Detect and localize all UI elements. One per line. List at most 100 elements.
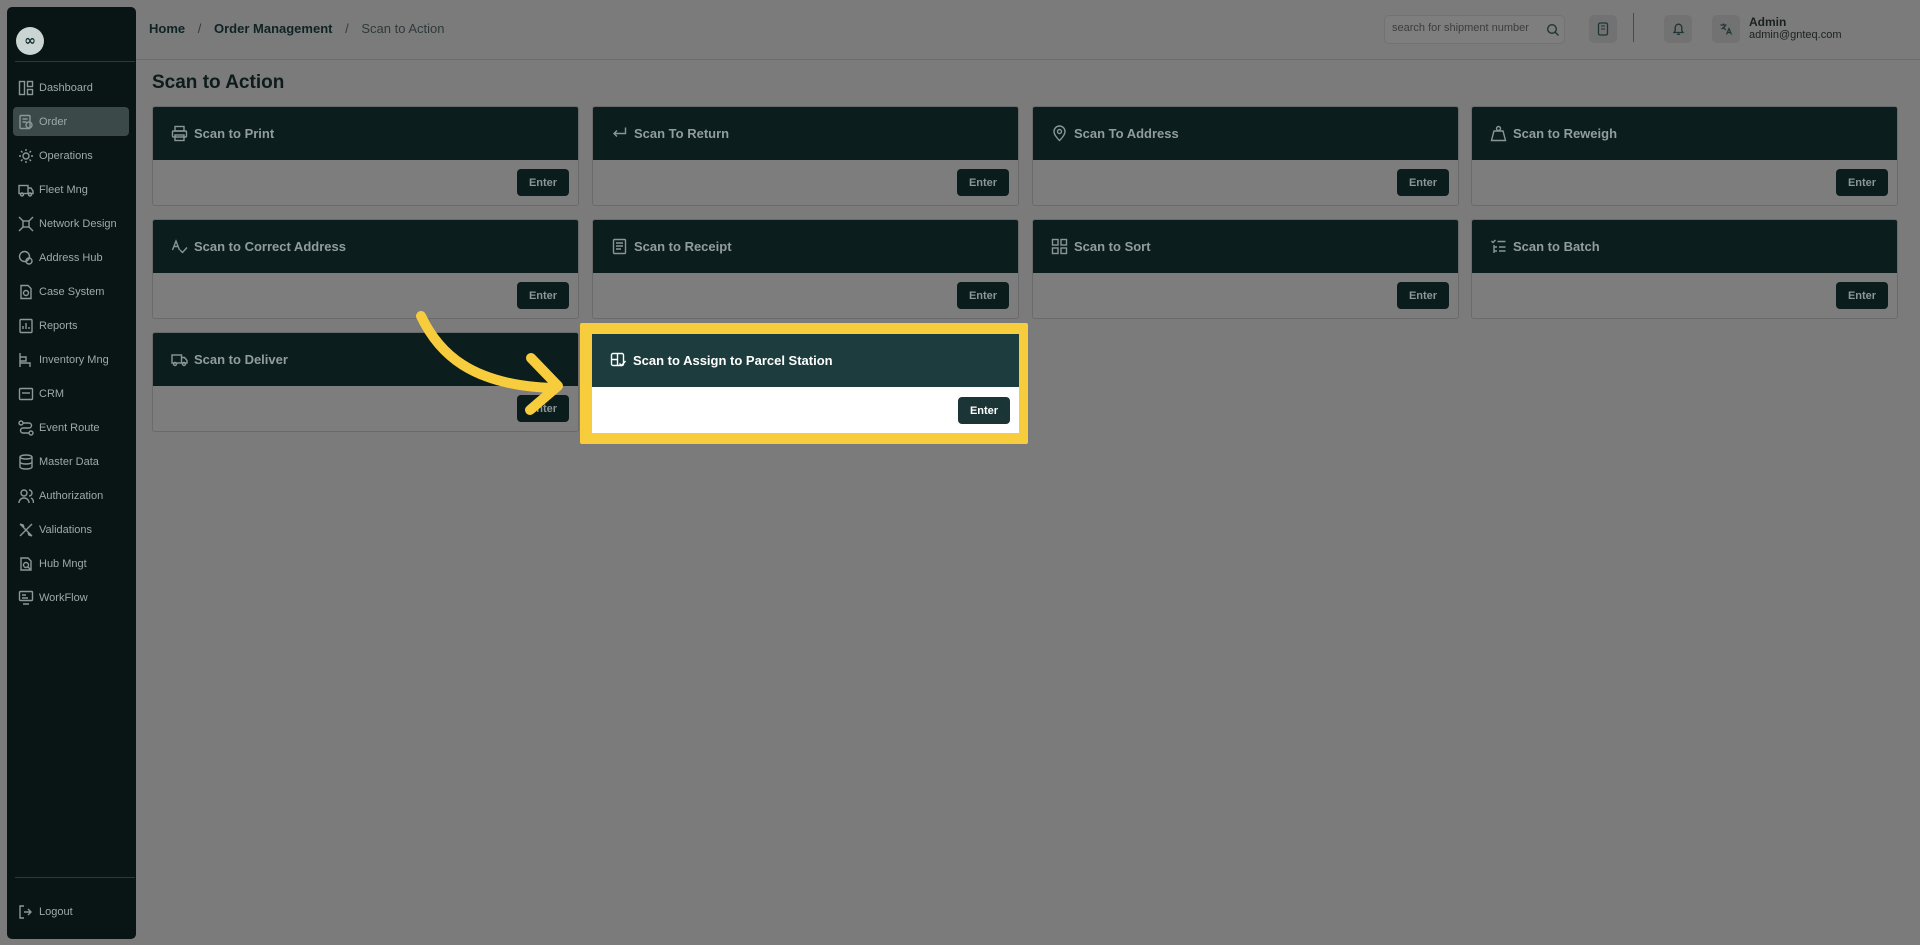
scan-card-return: Scan To Return Enter [592,106,1019,206]
address-icon [18,250,33,265]
enter-button[interactable]: Enter [1836,169,1888,196]
card-title: Scan to Deliver [194,352,288,367]
workflow-icon [18,590,34,605]
breadcrumb-home[interactable]: Home [149,21,185,36]
logout-button[interactable]: Logout [13,897,129,926]
route-icon [18,419,34,436]
enter-button[interactable]: Enter [1397,282,1449,309]
search-box [1384,15,1565,44]
sidebar-item-inventory[interactable]: Inventory Mng [13,345,129,374]
language-button[interactable] [1712,15,1740,43]
enter-button[interactable]: Enter [1397,169,1449,196]
truck-icon [18,184,34,197]
sidebar-item-event-route[interactable]: Event Route [13,413,129,442]
sidebar-item-label: Master Data [39,455,99,468]
card-title: Scan to Batch [1513,239,1600,254]
sidebar-item-network-design[interactable]: Network Design [13,209,129,238]
sidebar-item-dashboard[interactable]: Dashboard [13,73,129,102]
scan-card-deliver: Scan to Deliver Enter [152,332,579,432]
sidebar-item-label: Fleet Mng [39,183,88,196]
sidebar-item-authorization[interactable]: Authorization [13,481,129,510]
scan-card-print: Scan to Print Enter [152,106,579,206]
page-title: Scan to Action [152,72,285,93]
scan-card-address: Scan To Address Enter [1032,106,1459,206]
user-profile[interactable]: Admin admin@gnteq.com [1749,16,1842,42]
sidebar-item-validations[interactable]: Validations [13,515,129,544]
sidebar-item-label: Order [39,115,68,128]
user-email: admin@gnteq.com [1749,29,1842,41]
sidebar-item-crm[interactable]: CRM [13,379,129,408]
search-icon[interactable] [1546,23,1560,37]
sidebar-item-address-hub[interactable]: Address Hub [13,243,129,272]
database-icon [19,453,33,470]
sidebar: ∞ Dashboard Order Operations Fleet Mng N… [7,7,136,939]
sidebar-item-label: Dashboard [39,81,93,94]
breadcrumb-separator: / [197,21,202,36]
enter-button[interactable]: Enter [517,169,569,196]
breadcrumb-order-management[interactable]: Order Management [214,21,332,36]
enter-button[interactable]: Enter [1836,282,1888,309]
spellcheck-icon [171,239,188,254]
receipt-icon [612,238,627,255]
sidebar-item-hub-mngt[interactable]: Hub Mngt [13,549,129,578]
enter-button[interactable]: Enter [517,395,569,422]
sidebar-item-fleet[interactable]: Fleet Mng [13,175,129,204]
user-name: Admin [1749,15,1787,29]
scan-card-correct-address: Scan to Correct Address Enter [152,219,579,319]
card-title: Scan to Sort [1074,239,1151,254]
logout-label: Logout [39,905,73,918]
parcel-station-icon [610,352,627,367]
logout-icon [19,904,32,919]
scan-card-receipt: Scan to Receipt Enter [592,219,1019,319]
card-header: Scan to Batch [1472,220,1897,273]
sidebar-item-order[interactable]: Order [13,107,129,136]
sidebar-item-label: Reports [39,319,78,332]
sidebar-divider [15,877,135,878]
card-header: Scan to Reweigh [1472,107,1897,160]
card-header: Scan to Print [153,107,578,160]
card-title: Scan to Receipt [634,239,732,254]
header-divider [1633,13,1634,42]
notifications-button[interactable] [1664,15,1692,43]
scan-card-reweigh: Scan to Reweigh Enter [1471,106,1898,206]
enter-button[interactable]: Enter [957,282,1009,309]
enter-button[interactable]: Enter [517,282,569,309]
scanner-button[interactable] [1589,15,1617,43]
sidebar-item-label: Authorization [39,489,104,502]
breadcrumb-current: Scan to Action [361,21,445,36]
breadcrumb: Home / Order Management / Scan to Action [149,21,444,36]
scan-card-batch: Scan to Batch Enter [1471,219,1898,319]
card-header: Scan to Receipt [593,220,1018,273]
list-check-icon [1491,239,1506,253]
delivery-truck-icon [171,354,188,367]
sidebar-item-label: Network Design [39,217,117,230]
card-title: Scan to Correct Address [194,239,346,254]
card-header: Scan to Correct Address [153,220,578,273]
case-icon [20,284,32,299]
card-header: Scan to Deliver [153,333,578,386]
sidebar-item-label: Event Route [39,421,100,434]
device-icon [1597,22,1609,36]
sidebar-item-label: Case System [39,285,105,298]
sidebar-item-operations[interactable]: Operations [13,141,129,170]
sidebar-item-reports[interactable]: Reports [13,311,129,340]
sidebar-item-label: Hub Mngt [39,557,87,570]
card-title: Scan To Return [634,126,730,141]
network-icon [18,216,34,231]
sidebar-item-label: Inventory Mng [39,353,109,366]
enter-button[interactable]: Enter [957,169,1009,196]
card-title: Scan To Address [1074,126,1179,141]
sidebar-divider [15,61,135,62]
sidebar-item-label: Validations [39,523,92,536]
reports-icon [19,318,33,333]
sidebar-item-master-data[interactable]: Master Data [13,447,129,476]
sidebar-item-case-system[interactable]: Case System [13,277,129,306]
logo: ∞ [16,27,44,55]
search-input[interactable] [1392,22,1542,34]
enter-button[interactable]: Enter [958,397,1010,424]
sidebar-item-workflow[interactable]: WorkFlow [13,583,129,612]
card-title: Scan to Print [194,126,275,141]
card-title: Scan to Reweigh [1513,126,1618,141]
printer-icon [171,125,188,142]
card-header: Scan To Return [593,107,1018,160]
